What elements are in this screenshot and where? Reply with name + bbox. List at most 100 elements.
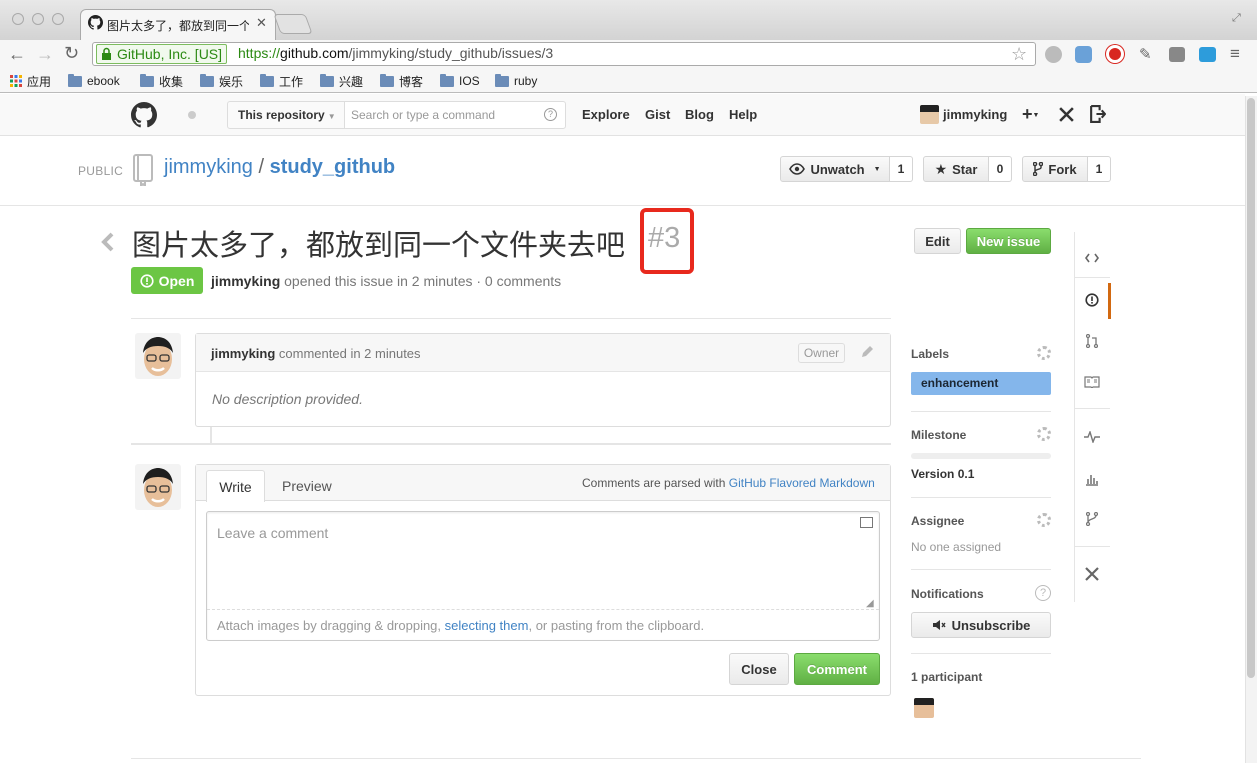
create-new-button[interactable]: +▼ (1022, 104, 1039, 125)
repo-nav-divider (1075, 408, 1110, 409)
evernote-icon[interactable]: ✎ (1139, 45, 1152, 63)
star-icon: ★ (934, 160, 948, 177)
participant-avatar[interactable] (914, 698, 934, 718)
pocket-icon[interactable] (1169, 47, 1185, 62)
nav-help[interactable]: Help (729, 107, 757, 122)
close-window-button[interactable] (12, 13, 24, 25)
issue-author-link[interactable]: jimmyking (211, 273, 280, 289)
extension-check-icon[interactable] (1199, 47, 1216, 62)
forward-arrow-icon[interactable]: → (36, 44, 54, 65)
wiki-icon[interactable] (1084, 374, 1100, 390)
assignee-gear-icon[interactable] (1037, 513, 1051, 527)
unwatch-button[interactable]: Unwatch ▼ (780, 156, 890, 182)
ev-certificate-badge[interactable]: GitHub, Inc. [US] (96, 44, 228, 64)
bookmark-label: IOS (459, 74, 480, 88)
unsubscribe-button[interactable]: Unsubscribe (911, 612, 1051, 638)
tab-close-icon[interactable]: ✕ (256, 15, 267, 31)
notification-dot-icon[interactable] (188, 111, 196, 119)
user-avatar-small[interactable] (920, 105, 939, 124)
nav-gist[interactable]: Gist (645, 107, 670, 122)
sidebar-divider (911, 497, 1051, 498)
sign-out-icon[interactable] (1089, 105, 1106, 123)
star-button[interactable]: ★ Star (923, 156, 989, 182)
attach-hint-text-end: , or pasting from the clipboard. (528, 618, 705, 633)
bookmark-folder[interactable]: ebook (68, 73, 120, 89)
repo-name-link[interactable]: study_github (270, 156, 396, 178)
eye-icon (789, 163, 806, 175)
network-icon[interactable] (1084, 511, 1100, 527)
fullscreen-editor-icon[interactable] (860, 517, 873, 528)
issue-state-label: Open (158, 272, 195, 289)
label-enhancement[interactable]: enhancement (911, 372, 1051, 395)
star-label: Star (952, 161, 978, 177)
nav-blog[interactable]: Blog (685, 107, 714, 122)
new-tab-button[interactable] (273, 14, 313, 34)
repo-owner-link[interactable]: jimmyking (164, 156, 253, 178)
repo-settings-icon[interactable] (1084, 566, 1100, 582)
annotation-highlight-box (640, 208, 694, 274)
comment-button[interactable]: Comment (794, 653, 880, 685)
extension-icon[interactable] (1075, 46, 1092, 63)
folder-icon (380, 73, 394, 87)
fullscreen-icon[interactable]: ⤢ (1232, 12, 1241, 25)
resize-handle-icon[interactable]: ◢ (866, 598, 874, 609)
scrollbar-thumb[interactable] (1247, 98, 1255, 678)
select-files-link[interactable]: selecting them (445, 618, 529, 633)
bookmark-folder[interactable]: 博客 (380, 73, 423, 89)
pulse-icon[interactable] (1084, 429, 1100, 445)
menu-icon[interactable]: ≡ (1230, 44, 1240, 64)
bookmark-folder[interactable]: 收集 (140, 73, 183, 89)
minimize-window-button[interactable] (32, 13, 44, 25)
stars-count[interactable]: 0 (989, 156, 1012, 182)
graphs-icon[interactable] (1084, 471, 1100, 487)
lock-icon (101, 47, 112, 61)
comment-author-avatar[interactable] (135, 333, 181, 379)
labels-gear-icon[interactable] (1037, 346, 1051, 360)
repo-visibility: PUBLIC (78, 164, 124, 178)
extension-globe-icon[interactable] (1045, 46, 1062, 63)
back-arrow-icon[interactable]: ← (8, 44, 26, 65)
search-scope-dropdown[interactable]: This repository ▼ (227, 101, 345, 129)
bookmark-folder[interactable]: IOS (440, 73, 480, 89)
bookmark-apps[interactable]: 应用 (10, 73, 51, 89)
bookmark-folder[interactable]: ruby (495, 73, 537, 89)
address-bar[interactable] (92, 42, 1036, 66)
search-input[interactable]: Search or type a command (344, 101, 566, 129)
fork-button[interactable]: Fork (1022, 156, 1088, 182)
github-octocat-logo-icon[interactable] (131, 102, 157, 128)
markdown-help-link[interactable]: GitHub Flavored Markdown (729, 476, 875, 490)
watchers-count[interactable]: 1 (890, 156, 913, 182)
bookmark-label: 工作 (279, 74, 304, 89)
edit-pencil-icon[interactable] (860, 344, 875, 359)
milestone-name[interactable]: Version 0.1 (911, 467, 974, 481)
settings-tools-icon[interactable] (1058, 106, 1075, 123)
back-chevron-icon[interactable] (100, 232, 114, 252)
search-help-icon[interactable]: ? (544, 108, 557, 121)
close-issue-button[interactable]: Close (729, 653, 789, 685)
pull-requests-icon[interactable] (1084, 333, 1100, 349)
tab-write[interactable]: Write (206, 470, 265, 502)
adblock-icon[interactable] (1106, 45, 1124, 63)
url-text[interactable]: https://github.com/jimmyking/study_githu… (238, 45, 553, 61)
bookmarks-bar (0, 70, 1257, 93)
bookmark-folder[interactable]: 兴趣 (320, 73, 363, 89)
bookmark-star-icon[interactable]: ☆ (1011, 44, 1027, 65)
reload-icon[interactable]: ↻ (64, 43, 79, 64)
milestone-gear-icon[interactable] (1037, 427, 1051, 441)
bookmark-folder[interactable]: 娱乐 (200, 73, 243, 89)
issue-opened-icon (140, 273, 154, 288)
edit-issue-button[interactable]: Edit (914, 228, 961, 254)
unwatch-label: Unwatch (810, 161, 865, 177)
notifications-help-icon[interactable]: ? (1035, 585, 1051, 601)
tab-preview[interactable]: Preview (282, 478, 332, 494)
new-issue-button[interactable]: New issue (966, 228, 1051, 254)
forks-count[interactable]: 1 (1088, 156, 1111, 182)
bookmark-folder[interactable]: 工作 (260, 73, 303, 89)
bookmark-label: 娱乐 (219, 74, 244, 89)
nav-explore[interactable]: Explore (582, 107, 630, 122)
comment-author-link[interactable]: jimmyking (211, 346, 275, 361)
zoom-window-button[interactable] (52, 13, 64, 25)
discussion-divider (131, 318, 891, 319)
header-username[interactable]: jimmyking (943, 107, 1007, 122)
bookmark-label: 博客 (399, 74, 424, 89)
